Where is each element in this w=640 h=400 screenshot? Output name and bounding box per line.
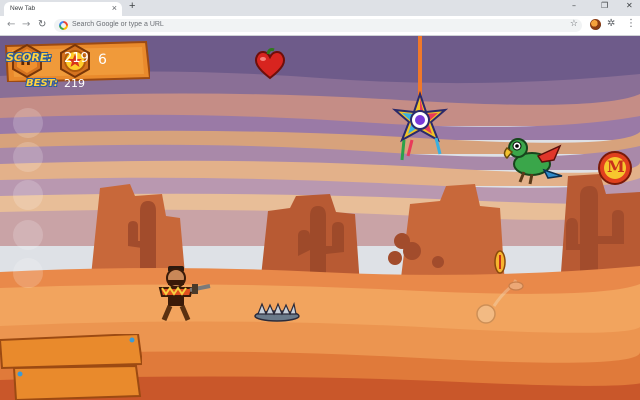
score-value: 219 <box>64 51 89 66</box>
bookmark-star-icon[interactable]: ☆ <box>570 19 578 29</box>
magnet-letter: M <box>607 157 625 176</box>
window-close-button[interactable]: ✕ <box>626 1 633 10</box>
forward-icon[interactable]: → <box>22 19 30 31</box>
side-button-4[interactable] <box>13 220 43 250</box>
skeleton-icon <box>476 279 524 324</box>
new-tab-button[interactable]: + <box>129 0 135 12</box>
best-label: BEST: <box>26 78 58 89</box>
omnibox[interactable]: Search Google or type a URL ☆ <box>54 19 582 32</box>
bandit-character <box>158 266 211 321</box>
reload-icon[interactable]: ↻ <box>38 19 46 31</box>
parrot-icon <box>503 138 563 185</box>
tab-new-tab[interactable]: New Tab × <box>4 2 122 16</box>
coin-count: 6 <box>98 52 107 68</box>
pinata-icon <box>391 36 448 161</box>
side-button-1[interactable] <box>13 108 43 138</box>
window-minimize-button[interactable]: – <box>572 1 576 10</box>
side-button-2[interactable] <box>13 142 43 172</box>
side-button-5[interactable] <box>13 258 43 288</box>
score-label: SCORE: <box>6 51 52 64</box>
browser-toolbar: ← → ↻ Search Google or type a URL ☆ ✲ ⋮ <box>0 16 640 36</box>
window-maximize-button[interactable]: ❐ <box>601 1 608 10</box>
score-board <box>0 334 142 400</box>
side-button-3[interactable] <box>13 180 43 210</box>
omnibox-placeholder[interactable]: Search Google or type a URL <box>72 21 164 28</box>
tab-close-icon[interactable]: × <box>112 3 117 13</box>
coin-icon <box>494 250 506 274</box>
heart-icon <box>254 48 286 80</box>
extension-game-icon[interactable] <box>590 19 601 30</box>
best-value: 219 <box>64 77 85 90</box>
bear-trap-icon <box>254 302 300 322</box>
google-icon <box>59 21 68 30</box>
back-icon[interactable]: ← <box>7 19 15 31</box>
game-canvas[interactable]: II 6 M SCORE: 219 BEST: 219 <box>0 36 640 400</box>
tab-title: New Tab <box>10 5 36 12</box>
browser-menu-icon[interactable]: ⋮ <box>626 18 636 29</box>
tab-strip: New Tab × + – ❐ ✕ <box>0 0 640 16</box>
extensions-puzzle-icon[interactable]: ✲ <box>607 18 615 29</box>
